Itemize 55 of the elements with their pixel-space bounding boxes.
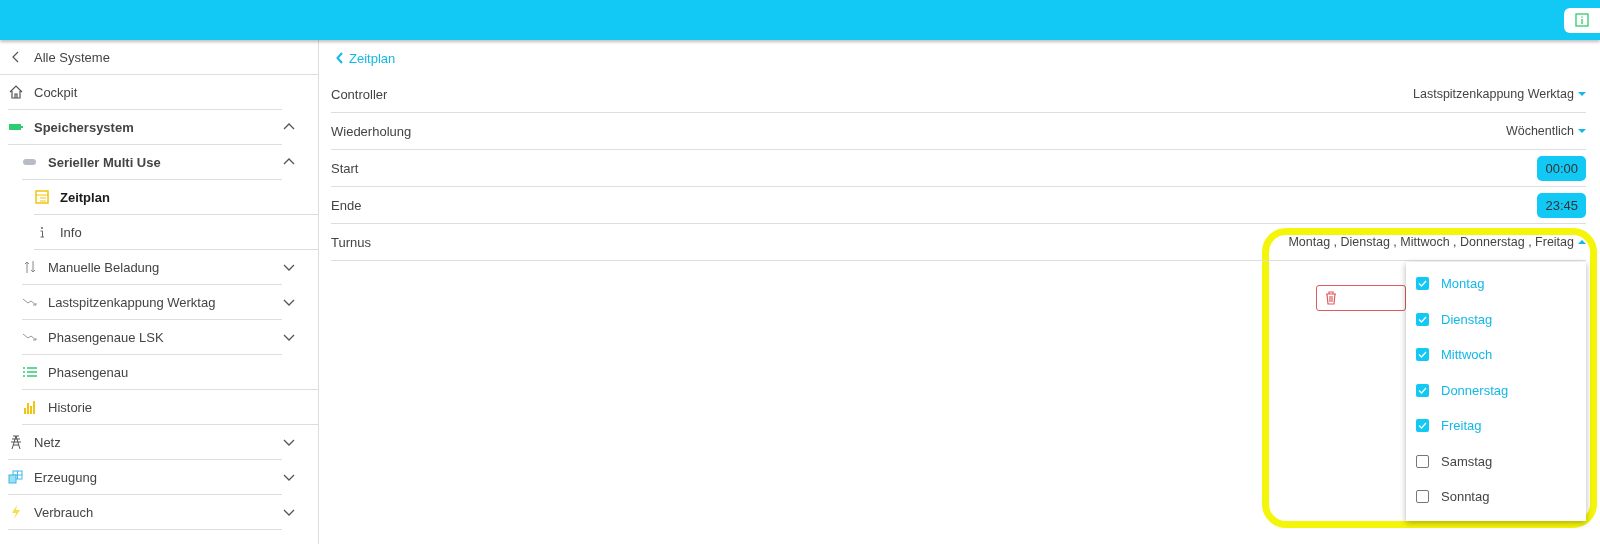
option-label: Sonntag	[1441, 489, 1490, 505]
field-label: Start	[331, 160, 359, 176]
delete-button[interactable]	[1316, 285, 1406, 311]
nav-icon	[34, 189, 50, 205]
nav-item[interactable]: Lastspitzenkappung Werktag	[22, 285, 282, 320]
nav-item[interactable]: Info	[34, 215, 318, 250]
nav-item[interactable]: Serieller Multi Use	[22, 145, 282, 180]
checkbox[interactable]	[1416, 312, 1429, 326]
nav-item[interactable]: Historie	[22, 390, 318, 425]
caret-up-icon	[1578, 239, 1586, 245]
nav-item[interactable]: Manuelle Beladung	[22, 250, 282, 285]
nav-item[interactable]: Cockpit	[8, 75, 282, 110]
select-field[interactable]: Wöchentlich	[1505, 124, 1586, 138]
checkbox[interactable]	[1416, 454, 1429, 468]
time-field[interactable]: 00:00	[1537, 155, 1586, 181]
nav-item[interactable]: Speichersystem	[8, 110, 282, 145]
checkbox[interactable]	[1416, 419, 1429, 433]
option-label: Mittwoch	[1441, 347, 1493, 363]
nav-icon	[8, 84, 24, 100]
nav-icon	[8, 469, 24, 485]
nav-item[interactable]: Netz	[8, 425, 282, 460]
checkbox[interactable]	[1416, 490, 1429, 504]
field-label: Ende	[331, 197, 362, 213]
nav-item[interactable]: Erzeugung	[8, 460, 282, 495]
option-label: Dienstag	[1441, 311, 1493, 327]
nav-item[interactable]: Phasengenaue LSK	[22, 320, 282, 355]
info-button[interactable]	[1564, 7, 1600, 33]
field-label: Turnus	[331, 234, 371, 250]
field-label: Wiederholung	[331, 123, 412, 139]
checkbox[interactable]	[1416, 348, 1429, 362]
nav-item[interactable]: Zeitplan	[34, 180, 318, 215]
back-link[interactable]: Alle Systeme	[0, 40, 318, 75]
option-label: Freitag	[1441, 418, 1482, 434]
option-label: Montag	[1441, 276, 1485, 292]
checkbox-option[interactable]: Samstag	[1406, 443, 1586, 479]
chevron-left-icon	[336, 52, 344, 64]
select-field[interactable]: Lastspitzenkappung Werktag	[1413, 87, 1586, 101]
option-label: Donnerstag	[1441, 382, 1509, 398]
checkbox[interactable]	[1416, 277, 1429, 291]
checkbox-option[interactable]: Sonntag	[1406, 479, 1586, 515]
time-field[interactable]: 23:45	[1537, 192, 1586, 218]
checkbox[interactable]	[1416, 383, 1429, 397]
nav-item[interactable]: Phasengenau	[22, 355, 318, 390]
nav-icon	[22, 259, 38, 275]
field-label: Controller	[331, 86, 388, 102]
caret-down-icon	[1578, 91, 1586, 97]
nav-icon	[8, 434, 24, 450]
trash-icon	[1325, 291, 1337, 305]
select-field[interactable]: Montag , Dienstag , Mittwoch , Donnerstag , Freitag	[1288, 235, 1586, 249]
info-icon	[1575, 13, 1589, 27]
nav-item[interactable]: Verbrauch	[8, 495, 282, 530]
caret-down-icon	[1578, 128, 1586, 134]
nav-icon	[22, 399, 38, 415]
nav-icon	[22, 364, 38, 380]
option-label: Samstag	[1441, 453, 1493, 469]
